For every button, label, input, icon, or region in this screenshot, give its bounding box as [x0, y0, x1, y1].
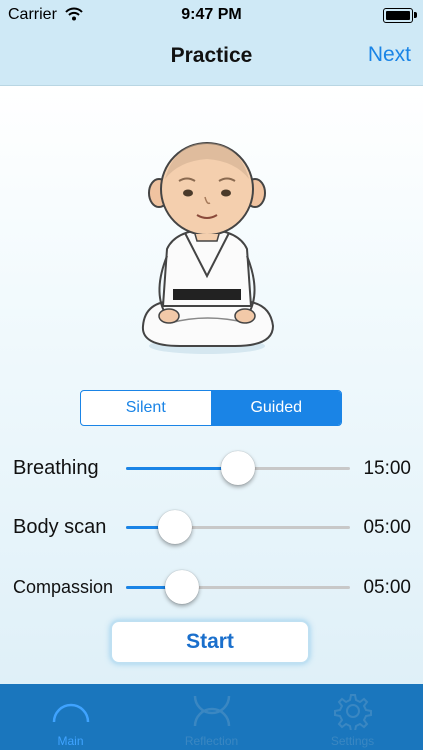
- breathing-label: Breathing: [13, 457, 99, 479]
- next-button[interactable]: Next: [368, 43, 411, 67]
- battery-icon: [383, 8, 417, 23]
- gear-icon: [333, 692, 372, 735]
- body-scan-value: 05:00: [363, 517, 411, 538]
- meditating-monk-illustration: [141, 142, 275, 354]
- tab-bar: Main Reflection Settings: [0, 684, 423, 750]
- clock: 9:47 PM: [181, 6, 242, 23]
- arc-icon: [51, 692, 91, 733]
- breathing-row: Breathing 15:00: [0, 446, 423, 490]
- status-bar: Carrier 9:47 PM: [0, 0, 423, 30]
- body-scan-label: Body scan: [13, 516, 107, 538]
- compassion-label: Compassion: [13, 577, 114, 597]
- compassion-row: Compassion 05:00: [0, 565, 423, 609]
- navigation-bar: Practice Next: [0, 30, 423, 86]
- tab-main[interactable]: Main: [0, 684, 141, 750]
- body-scan-slider-thumb[interactable]: [158, 510, 193, 544]
- body-scan-row: Body scan 05:00: [0, 505, 423, 549]
- page-title: Practice: [170, 44, 253, 67]
- mode-segmented-control: Silent Guided: [80, 390, 342, 426]
- breathing-slider-thumb[interactable]: [221, 451, 255, 485]
- segment-silent[interactable]: Silent: [81, 391, 212, 425]
- breathing-value: 15:00: [363, 458, 411, 479]
- start-button[interactable]: Start: [110, 620, 310, 664]
- tab-settings-label: Settings: [330, 734, 375, 748]
- reflection-icon: [192, 692, 232, 733]
- practice-content: Silent Guided Breathing 15:00 Body scan …: [0, 86, 423, 684]
- compassion-slider[interactable]: [126, 570, 350, 604]
- tab-main-label: Main: [57, 734, 84, 748]
- tab-reflection-label: Reflection: [184, 734, 239, 748]
- segment-guided[interactable]: Guided: [211, 391, 341, 425]
- tab-settings[interactable]: Settings: [282, 684, 423, 750]
- body-scan-slider[interactable]: [126, 510, 350, 544]
- compassion-slider-thumb[interactable]: [165, 570, 199, 604]
- tab-reflection[interactable]: Reflection: [141, 684, 282, 750]
- breathing-slider[interactable]: [126, 451, 350, 485]
- compassion-value: 05:00: [363, 577, 411, 598]
